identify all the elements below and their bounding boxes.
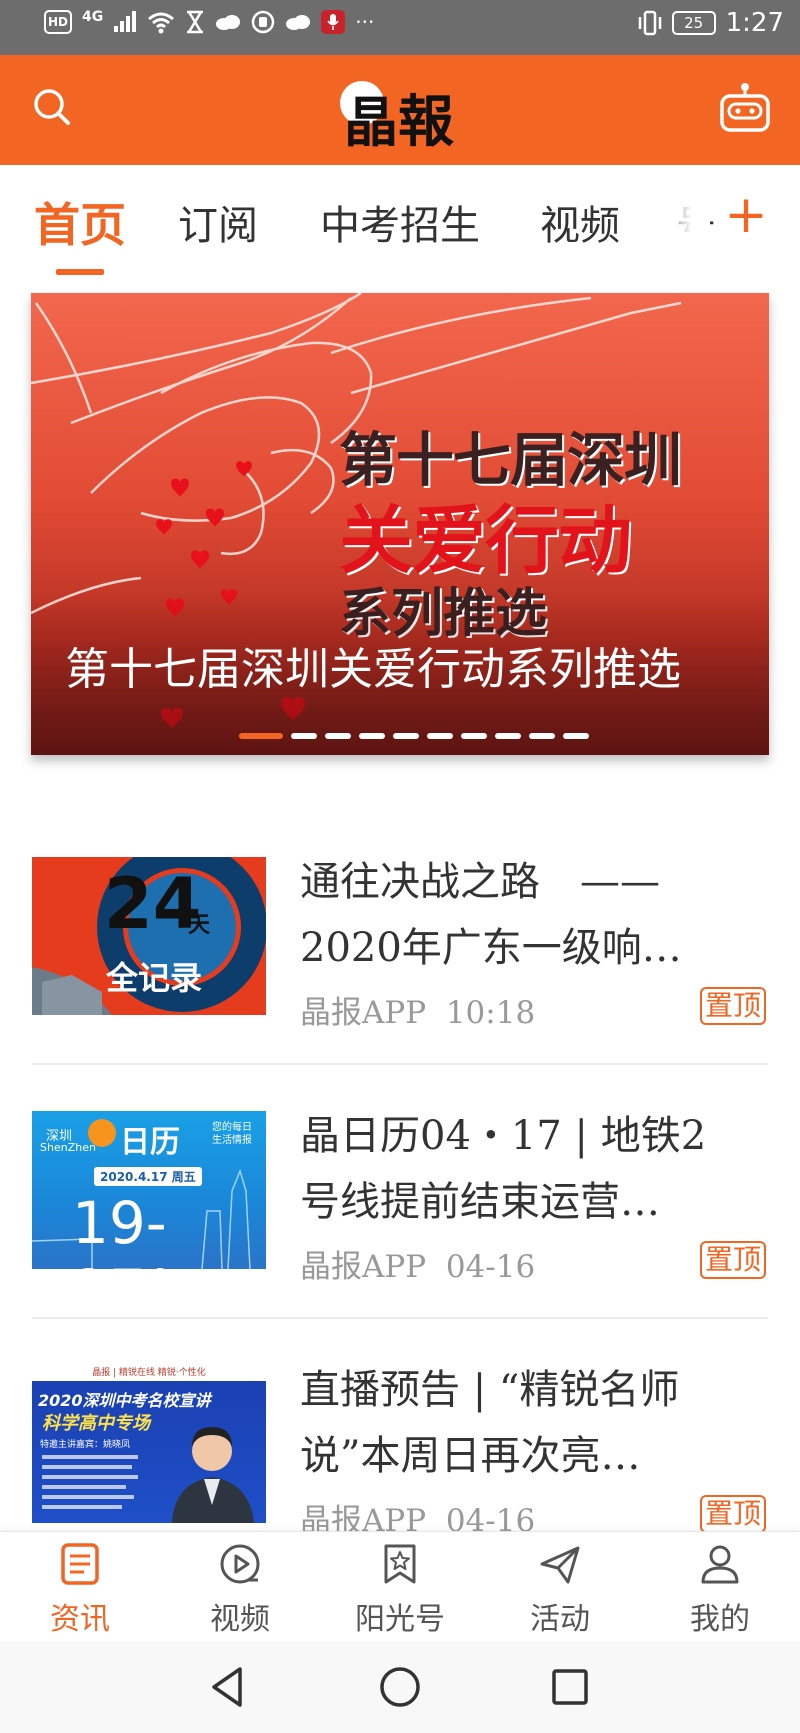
carousel-dot[interactable]: [393, 733, 419, 739]
nav-video[interactable]: 视频: [180, 1542, 300, 1638]
clock: 1:27: [725, 8, 784, 38]
news-source: 晶报APP: [300, 995, 427, 1031]
carousel-dot[interactable]: [461, 733, 487, 739]
thumb-slogan: 您的每日生活情报: [212, 1122, 252, 1146]
tab-video[interactable]: 视频: [540, 193, 620, 251]
nav-label: 我的: [690, 1602, 750, 1637]
nav-profile[interactable]: 我的: [660, 1542, 780, 1638]
app-logo: 晶 報: [338, 73, 468, 155]
play-circle-icon: [220, 1544, 260, 1584]
thumb-big-number: 24: [104, 863, 202, 945]
nav-activity[interactable]: 活动: [500, 1542, 620, 1638]
cloud-icon-2: [286, 15, 311, 30]
news-thumbnail: 24 天 全记录: [32, 857, 266, 1015]
thumb-date: 2020.4.17 周五: [94, 1167, 202, 1186]
carousel-dot[interactable]: [495, 733, 521, 739]
thumb-temperature: 19-27°: [72, 1189, 175, 1269]
carousel-dot[interactable]: [427, 733, 453, 739]
signal-icon: [114, 11, 137, 32]
news-icon: [61, 1543, 99, 1585]
news-item[interactable]: 24 天 全记录 通往决战之路 ——2020年广东一级响… 晶报APP 10:1…: [32, 857, 768, 1057]
user-icon: [701, 1545, 739, 1584]
app-header: 晶 報: [0, 55, 800, 165]
channel-tabs: 首页 订阅 中考招生 视频 号 +: [0, 165, 800, 280]
vibrate-icon: [638, 10, 661, 36]
logo-badge: 晶: [344, 90, 398, 147]
nav-label: 视频: [210, 1602, 270, 1637]
bottom-tab-bar: 资讯 视频 阳光号 活动 我的: [0, 1531, 800, 1641]
speaker-photo: [42, 1427, 254, 1523]
news-meta: 晶报APP 04-16: [300, 1241, 535, 1286]
hourglass-icon: [187, 10, 204, 34]
search-icon[interactable]: [30, 85, 74, 129]
carousel-dot[interactable]: [239, 733, 283, 739]
battery-icon: 25: [671, 11, 716, 35]
network-label: 4G: [82, 9, 104, 25]
news-time: 04-16: [445, 1249, 536, 1285]
carousel-dot[interactable]: [563, 733, 589, 739]
news-title: 通往决战之路 ——2020年广东一级响…: [300, 859, 682, 971]
pinned-badge: 置顶: [700, 1495, 766, 1533]
wifi-icon: [148, 12, 175, 34]
bookmark-star-icon: [384, 1544, 416, 1584]
paper-plane-icon: [540, 1546, 580, 1584]
carousel-dot[interactable]: [529, 733, 555, 739]
nav-label: 阳光号: [355, 1602, 445, 1637]
hd-icon: HD: [44, 10, 73, 34]
list-divider: [32, 1317, 768, 1319]
status-left-icons: HD 4G ···: [44, 9, 375, 34]
nav-news[interactable]: 资讯: [20, 1542, 140, 1638]
status-right-icons: 25 1:27: [638, 8, 784, 38]
news-item[interactable]: 深圳 ShenZhen 日历 您的每日生活情报 2020.4.17 周五 19-…: [32, 1111, 768, 1311]
more-status-icon: ···: [355, 10, 375, 34]
tab-subscribe[interactable]: 订阅: [178, 193, 258, 251]
status-bar: HD 4G ··· 25 1:27: [0, 0, 800, 55]
nav-sunshine[interactable]: 阳光号: [340, 1542, 460, 1638]
news-source: 晶报APP: [300, 1249, 427, 1285]
pinned-badge: 置顶: [700, 987, 766, 1025]
carousel-dot[interactable]: [359, 733, 385, 739]
news-title: 晶日历04・17 | 地铁2号线提前结束运营…: [300, 1113, 707, 1225]
news-meta: 晶报APP 10:18: [300, 987, 535, 1032]
home-icon[interactable]: [376, 1663, 424, 1711]
logo-mark-icon: 晶 報: [340, 81, 454, 155]
system-navigation-bar: [0, 1641, 800, 1733]
thumb-city-en: ShenZhen: [40, 1141, 96, 1154]
banner-caption: 第十七届深圳关爱行动系列推选: [65, 644, 681, 695]
nav-label: 资讯: [50, 1602, 110, 1637]
carousel-dot[interactable]: [325, 733, 351, 739]
add-channel-button[interactable]: +: [720, 189, 772, 241]
tabs-fade: [650, 185, 710, 255]
thumb-unit: 天: [188, 913, 211, 938]
list-divider: [32, 1063, 768, 1065]
news-title: 直播预告 | “精锐名师说”本周日再次亮…: [300, 1367, 680, 1479]
thumb-brand: 日历: [120, 1125, 180, 1160]
news-time: 10:18: [445, 995, 536, 1031]
news-thumbnail: 晶报 | 精锐在线 精锐·个性化 2020深圳中考名校宣讲 科学高中专场 特邀主…: [32, 1365, 266, 1523]
active-tab-indicator: [56, 269, 104, 275]
back-icon[interactable]: [204, 1663, 252, 1711]
svg-text:報: 報: [398, 89, 454, 147]
carousel-indicator: [239, 733, 589, 739]
thumb-subtitle: 全记录: [106, 959, 203, 997]
tab-home[interactable]: 首页: [34, 189, 126, 255]
tab-exam-admission[interactable]: 中考招生: [320, 193, 480, 251]
hero-banner[interactable]: 第十七届深圳 关爱行动 系列推选 第十七届深圳关爱行动系列推选: [31, 293, 769, 755]
hand-icon: [252, 10, 275, 34]
recent-apps-icon[interactable]: [546, 1663, 594, 1711]
pinned-badge: 置顶: [700, 1241, 766, 1279]
cloud-icon: [216, 15, 241, 30]
nav-label: 活动: [530, 1602, 590, 1637]
robot-assistant-icon[interactable]: [718, 81, 772, 135]
microphone-icon: [321, 10, 346, 34]
carousel-dot[interactable]: [291, 733, 317, 739]
news-thumbnail: 深圳 ShenZhen 日历 您的每日生活情报 2020.4.17 周五 19-…: [32, 1111, 266, 1269]
